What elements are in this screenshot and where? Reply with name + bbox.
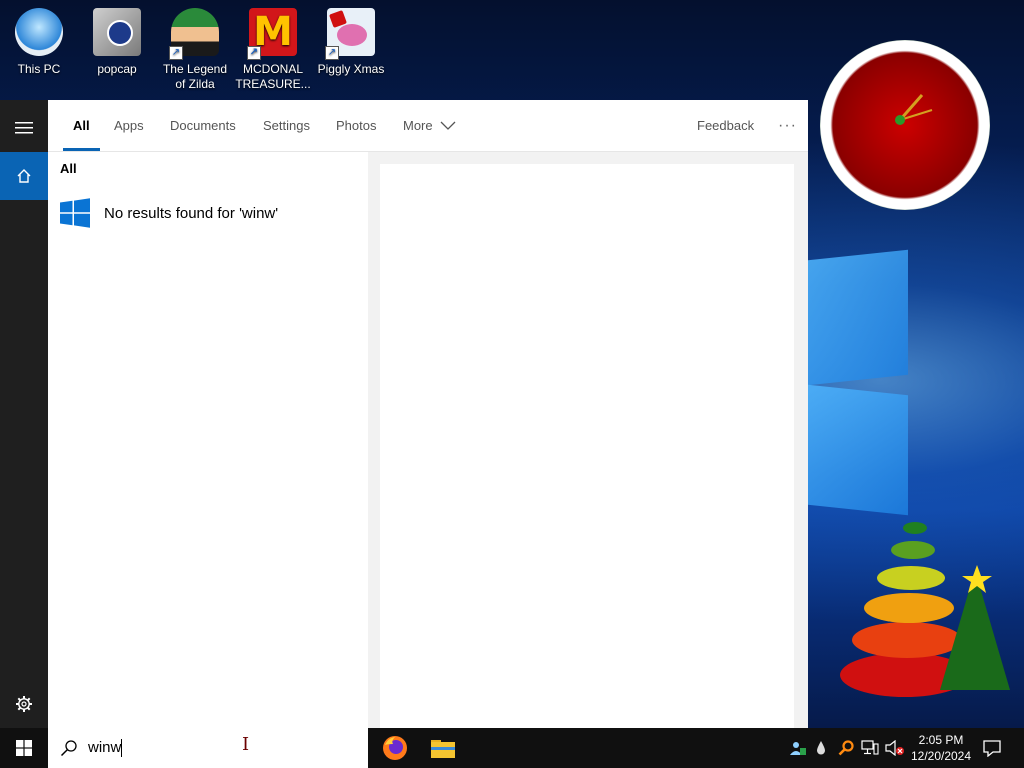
christmas-clock-decoration — [820, 40, 990, 210]
file-explorer-icon — [431, 740, 455, 758]
clock-date: 12/20/2024 — [910, 749, 972, 763]
hamburger-menu-button[interactable] — [0, 104, 48, 152]
taskbar: winw 2:05 PM 12/20/2024 — [0, 728, 1024, 768]
windows-start-icon — [16, 740, 32, 756]
clock-time: 2:05 PM — [918, 733, 964, 747]
home-button[interactable] — [0, 152, 48, 200]
tab-all[interactable]: All — [63, 100, 100, 151]
tab-documents[interactable]: Documents — [170, 100, 236, 151]
taskbar-clock[interactable]: 2:05 PM 12/20/2024 — [906, 728, 976, 768]
monitor-icon — [15, 8, 63, 56]
desktop-icon-label: This PC — [17, 62, 61, 76]
christmas-tree-decoration — [840, 522, 1010, 697]
tab-photos[interactable]: Photos — [336, 100, 376, 151]
preview-pane — [380, 164, 794, 728]
desktop-icon-legend-of-zilda[interactable]: ↗ The Legend of Zilda — [157, 6, 233, 92]
people-tray-button[interactable] — [788, 728, 808, 768]
windows-logo-icon — [60, 198, 90, 228]
volume-muted-icon — [885, 740, 904, 756]
search-icon — [60, 740, 77, 757]
firefox-icon — [383, 736, 407, 760]
search-tabs: All Apps Documents Settings Photos More … — [48, 100, 808, 152]
results-section-heading: All — [60, 161, 77, 176]
tab-more-label: More — [403, 118, 433, 133]
folder-icon — [93, 8, 141, 56]
volume-tray-button[interactable] — [884, 728, 906, 768]
search-orange-icon — [838, 740, 854, 756]
search-input[interactable]: winw — [88, 738, 123, 758]
windows-logo-pane — [808, 384, 908, 516]
gear-icon — [16, 696, 32, 712]
desktop-icon-label: MCDONAL TREASURE... — [235, 62, 311, 91]
shortcut-arrow-icon: ↗ — [169, 46, 183, 60]
search-input-value: winw — [88, 738, 122, 756]
desktop-icon-label: Piggly Xmas — [317, 62, 385, 76]
taskbar-search-box[interactable]: winw — [48, 728, 368, 768]
desktop-icon-piggly-xmas[interactable]: ↗ Piggly Xmas — [313, 6, 389, 77]
search-orange-tray-button[interactable] — [836, 728, 856, 768]
desktop-icon-this-pc[interactable]: This PC — [1, 6, 77, 77]
clock-hands-icon — [895, 94, 933, 125]
network-tray-button[interactable] — [860, 728, 880, 768]
more-options-button[interactable]: ··· — [778, 100, 797, 151]
no-results-item: No results found for 'winw' — [60, 198, 278, 228]
home-icon — [17, 169, 31, 183]
water-drop-tray-button[interactable] — [812, 728, 830, 768]
network-icon — [861, 740, 879, 755]
tab-apps[interactable]: Apps — [114, 100, 144, 151]
tab-more[interactable]: More — [403, 100, 456, 151]
firefox-taskbar-button[interactable] — [371, 728, 419, 768]
file-explorer-taskbar-button[interactable] — [419, 728, 467, 768]
action-center-button[interactable] — [978, 728, 1006, 768]
tab-settings[interactable]: Settings — [263, 100, 310, 151]
text-caret — [121, 739, 123, 758]
water-drop-icon — [817, 741, 825, 755]
desktop-icon-label: popcap — [97, 62, 137, 76]
desktop-icon-label: The Legend of Zilda — [162, 62, 228, 91]
start-menu-rail — [0, 100, 48, 728]
no-results-message: No results found for 'winw' — [104, 204, 279, 222]
feedback-link[interactable]: Feedback — [697, 100, 754, 151]
search-panel: All Apps Documents Settings Photos More … — [48, 100, 808, 728]
desktop-icon-mcdonal-treasure[interactable]: M ↗ MCDONAL TREASURE... — [235, 6, 311, 92]
desktop-icon-popcap[interactable]: popcap — [79, 6, 155, 77]
results-list: All No results found for 'winw' — [48, 152, 368, 728]
shortcut-arrow-icon: ↗ — [325, 46, 339, 60]
shortcut-arrow-icon: ↗ — [247, 46, 261, 60]
notification-icon — [983, 739, 1001, 757]
mouse-cursor-ibeam: I — [242, 734, 250, 755]
mcdonalds-icon: M ↗ — [247, 8, 297, 60]
windows-logo-pane — [808, 249, 908, 386]
people-icon — [790, 742, 806, 755]
hamburger-icon — [15, 122, 33, 134]
settings-button[interactable] — [0, 680, 48, 728]
game-icon: ↗ — [169, 8, 219, 60]
start-button[interactable] — [0, 728, 48, 768]
pig-icon: ↗ — [325, 8, 375, 60]
chevron-down-icon — [440, 121, 456, 130]
